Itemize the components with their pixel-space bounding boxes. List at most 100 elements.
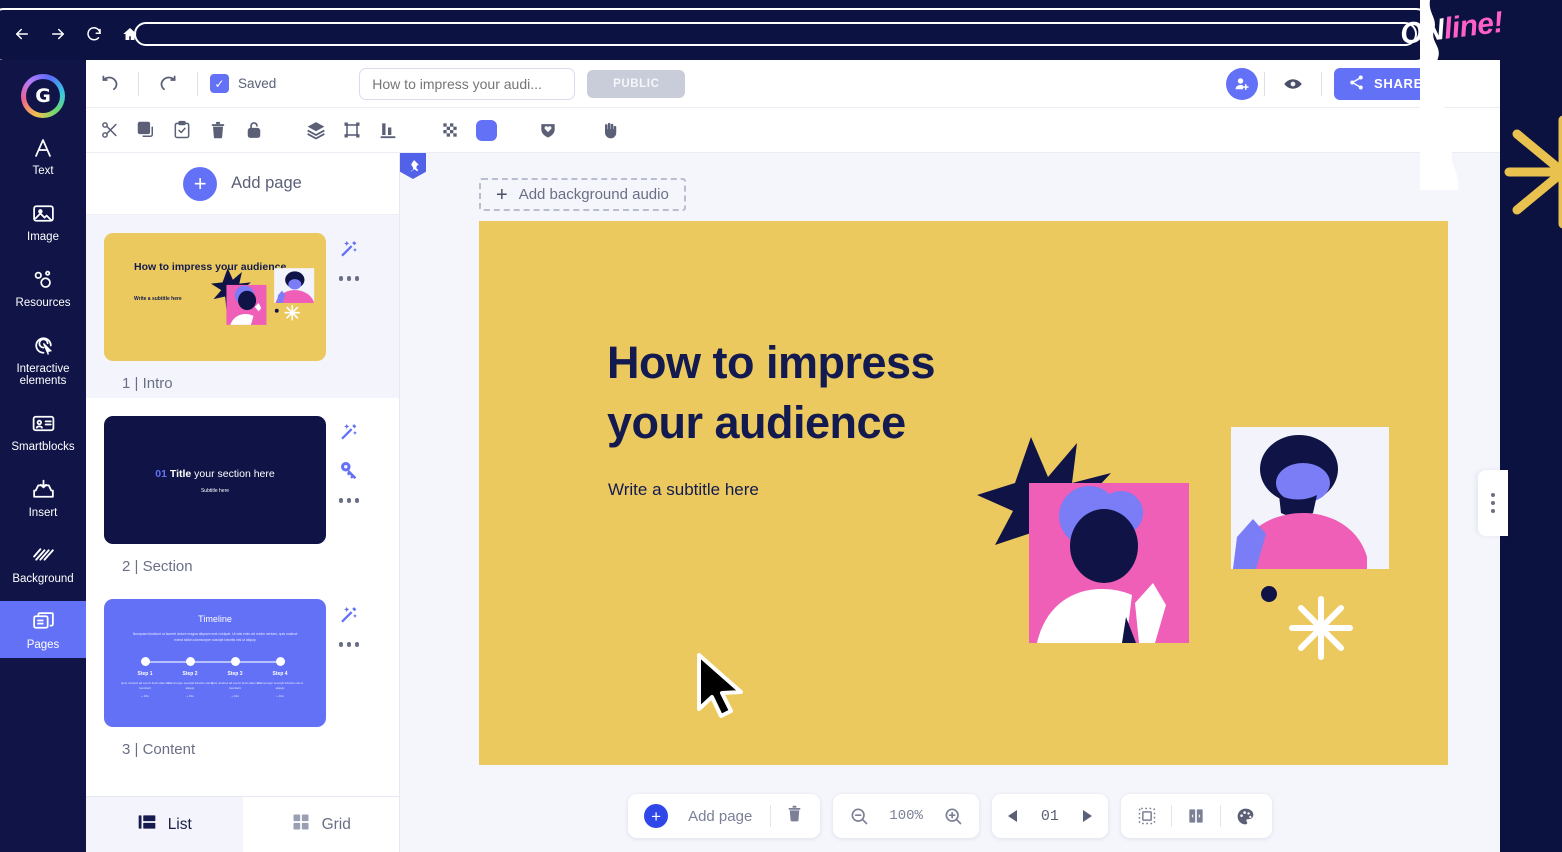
home-icon[interactable] <box>116 20 144 48</box>
slide-title[interactable]: How to impress your audience <box>607 333 1027 453</box>
app-logo[interactable]: G <box>21 74 65 118</box>
magic-wand-icon[interactable] <box>338 237 360 259</box>
two-people-photos-illustration[interactable] <box>969 421 1389 741</box>
sidebar-item-resources[interactable]: Resources <box>0 259 86 316</box>
timeline-step-body: Ullamcorper suscipit lobortis nisl ut al… <box>256 681 304 690</box>
back-arrow-icon[interactable] <box>8 20 36 48</box>
more-dots-icon[interactable] <box>338 642 360 647</box>
slide-subtitle[interactable]: Write a subtitle here <box>608 480 759 500</box>
resources-bubbles-icon <box>31 267 56 292</box>
insert-upload-icon <box>31 477 56 502</box>
delete-page-button[interactable] <box>775 794 814 838</box>
page-nav-group: 01 <box>991 794 1108 838</box>
add-page-button-top[interactable]: + Add page <box>86 153 399 215</box>
sidebar-item-image[interactable]: Image <box>0 193 86 250</box>
next-triangle-icon <box>1082 810 1092 822</box>
add-user-icon[interactable] <box>1225 67 1258 100</box>
sidebar-item-interactive-elements[interactable]: Interactive elements <box>0 325 86 394</box>
sidebar-item-label: Background <box>12 573 74 585</box>
pin-icon[interactable] <box>400 153 426 179</box>
redo-icon[interactable] <box>151 67 185 101</box>
page-item-section[interactable]: 01 Title your section here Subtitle here… <box>86 398 399 581</box>
transparency-checker-icon[interactable] <box>432 112 468 148</box>
share-button[interactable]: SHARE <box>1333 67 1440 100</box>
eye-icon[interactable] <box>1271 73 1315 95</box>
timeline-step-link: + Info <box>276 694 284 698</box>
page-item-content[interactable]: Timeline Nunquam tincidunt ut laoreet do… <box>86 581 399 764</box>
sidebar-item-smartblocks[interactable]: Smartblocks <box>0 403 86 460</box>
next-page-button[interactable] <box>1073 794 1102 838</box>
hand-grab-icon[interactable] <box>592 112 628 148</box>
thumb-subtitle: Write a subtitle here <box>134 296 182 302</box>
visibility-public-badge[interactable]: PUBLIC <box>587 69 686 98</box>
sidebar-item-text[interactable]: Text <box>0 127 86 184</box>
view-tools-group <box>1120 794 1272 838</box>
thumb-title: Timeline <box>198 614 232 624</box>
timeline-dot <box>186 657 195 666</box>
slide-canvas[interactable]: How to impress your audience Write a sub… <box>479 221 1448 765</box>
document-title-input[interactable] <box>359 67 576 100</box>
page-caption: 1 | Intro <box>122 375 173 392</box>
page-row-actions <box>338 237 360 281</box>
fit-frame-icon[interactable] <box>1127 794 1167 838</box>
more-dots-icon[interactable] <box>338 276 360 281</box>
editor-topbar: ✓ Saved PUBLIC SHARE <box>86 60 1500 108</box>
zoom-out-icon[interactable] <box>839 794 879 838</box>
sidebar-item-pages[interactable]: Pages <box>0 601 86 658</box>
divider <box>1320 71 1322 96</box>
layers-icon[interactable] <box>298 112 334 148</box>
trash-icon <box>785 804 804 828</box>
palette-icon[interactable] <box>1225 794 1266 838</box>
app-root: G Text Image Resources Interactive eleme <box>0 0 1562 852</box>
right-drawer-handle[interactable] <box>1478 470 1508 536</box>
add-background-audio-label: Add background audio <box>518 186 669 203</box>
topbar-right-actions: SHARE <box>1225 67 1500 100</box>
add-page-button-bottom[interactable]: + <box>634 794 678 838</box>
sidebar-item-label: Pages <box>26 639 60 651</box>
sidebar-item-insert[interactable]: Insert <box>0 469 86 526</box>
prev-page-button[interactable] <box>998 794 1027 838</box>
decor-right-navy-strip <box>1500 0 1562 852</box>
cut-scissors-icon[interactable] <box>92 112 128 148</box>
image-icon <box>31 201 56 226</box>
tab-grid-view[interactable]: Grid <box>243 797 400 852</box>
forward-arrow-icon[interactable] <box>44 20 72 48</box>
zoom-in-icon[interactable] <box>933 794 973 838</box>
page-item-intro[interactable]: How to impress your audience Write a sub… <box>86 215 399 398</box>
page-thumbnail[interactable]: How to impress your audience Write a sub… <box>104 233 326 361</box>
sidebar-item-background[interactable]: Background <box>0 535 86 592</box>
color-swatch-icon[interactable] <box>468 112 504 148</box>
pages-stack-icon <box>31 609 56 634</box>
prev-triangle-icon <box>1007 810 1017 822</box>
crop-frame-icon[interactable] <box>334 112 370 148</box>
add-page-label-bottom[interactable]: Add page <box>678 808 766 825</box>
split-view-icon[interactable] <box>1176 794 1216 838</box>
unlock-icon[interactable] <box>236 112 272 148</box>
divider <box>1219 805 1221 827</box>
reload-icon[interactable] <box>80 20 108 48</box>
page-thumbnail[interactable]: Timeline Nunquam tincidunt ut laoreet do… <box>104 599 326 727</box>
tab-grid-label: Grid <box>321 815 351 833</box>
paste-clipboard-icon[interactable] <box>164 112 200 148</box>
add-background-audio-button[interactable]: + Add background audio <box>479 178 686 211</box>
magic-wand-icon[interactable] <box>338 420 360 442</box>
shield-heart-icon[interactable] <box>530 112 566 148</box>
key-icon[interactable] <box>338 459 360 481</box>
page-thumbnail[interactable]: 01 Title your section here Subtitle here <box>104 416 326 544</box>
app-logo-letter: G <box>26 79 60 113</box>
canvas-bottom-toolbar: + Add page 100% 01 <box>400 792 1500 840</box>
grid-view-icon <box>291 812 311 837</box>
magic-wand-icon[interactable] <box>338 603 360 625</box>
more-dots-icon[interactable] <box>338 498 360 503</box>
undo-icon[interactable] <box>92 67 126 101</box>
align-bottom-icon[interactable] <box>370 112 406 148</box>
tab-list-view[interactable]: List <box>86 797 243 852</box>
divider <box>138 71 139 96</box>
panel-view-tabs: List Grid <box>86 796 399 852</box>
copy-icon[interactable] <box>128 112 164 148</box>
url-input[interactable] <box>134 22 1417 46</box>
slide-title-line2: your audience <box>607 397 906 448</box>
trash-icon[interactable] <box>200 112 236 148</box>
page-caption: 2 | Section <box>122 558 193 575</box>
saved-check-icon: ✓ <box>210 74 229 93</box>
